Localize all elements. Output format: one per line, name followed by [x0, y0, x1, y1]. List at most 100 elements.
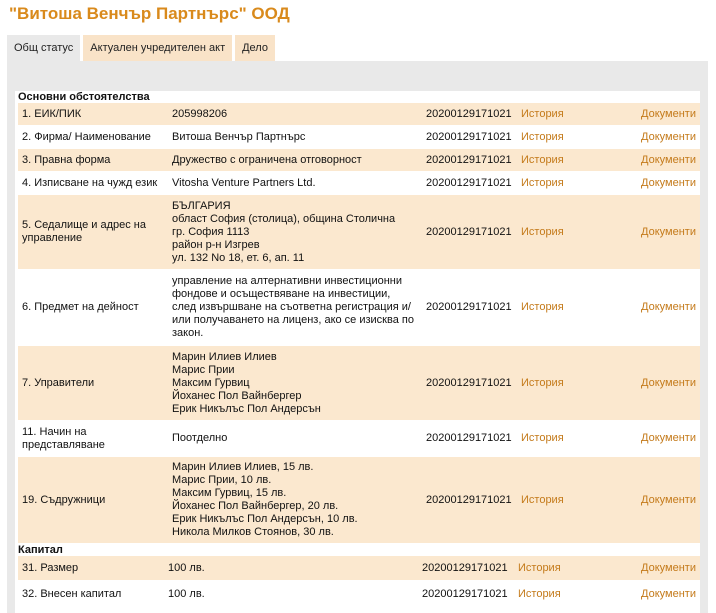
- entry-date: 20200129171021: [426, 493, 512, 506]
- circumstance-row: 2. Фирма/ Наименование Витоша Венчър Парт…: [18, 126, 700, 148]
- row-value: Марин Илиев Илиев, 15 лв. Марис Прии, 10 …: [172, 457, 422, 543]
- circumstance-row: 6. Предмет на дейност управление на алтер…: [18, 270, 700, 345]
- row-label: 2. Фирма/ Наименование: [22, 130, 151, 143]
- documents-link[interactable]: Документи: [641, 270, 696, 345]
- documents-link[interactable]: Документи: [641, 556, 696, 580]
- tab-current-founding-act[interactable]: Актуален учредителен акт: [83, 35, 233, 61]
- documents-link[interactable]: Документи: [641, 126, 696, 148]
- circumstance-row: 3. Правна форма Дружество с ограничена от…: [18, 149, 700, 171]
- documents-link[interactable]: Документи: [641, 149, 696, 171]
- circumstance-row: 7. Управители Марин Илиев Илиев Марис Прии…: [18, 346, 700, 420]
- history-link[interactable]: История: [521, 270, 581, 345]
- value-line: БЪЛГАРИЯ: [172, 199, 231, 212]
- value-line: Никола Милков Стоянов, 30 лв.: [172, 526, 334, 538]
- section-capital: Капитал: [18, 544, 63, 556]
- value-line: Марис Прии: [172, 363, 235, 376]
- value-line: Vitosha Venture Partners Ltd.: [172, 176, 316, 189]
- tab-bar: Общ статус Актуален учредителен акт Дело: [7, 35, 278, 61]
- documents-link[interactable]: Документи: [641, 346, 696, 420]
- value-line: фондове и осъществяване на инвестиции,: [172, 288, 391, 300]
- row-label: 7. Управители: [22, 376, 95, 389]
- documents-link[interactable]: Документи: [641, 195, 696, 269]
- circumstance-row: 5. Седалище и адрес на управление БЪЛГАРИ…: [18, 195, 700, 269]
- entry-date: 20200129171021: [426, 432, 512, 444]
- history-link[interactable]: История: [521, 346, 581, 420]
- content-panel: Основни обстоятелства Капитал 1. ЕИК/ПИК…: [7, 61, 708, 613]
- row-value: Vitosha Venture Partners Ltd.: [172, 172, 422, 194]
- documents-link[interactable]: Документи: [641, 421, 696, 456]
- entry-date: 20200129171021: [426, 301, 512, 313]
- value-line: Ерик Никълъс Пол Андерсън: [172, 402, 321, 415]
- documents-link[interactable]: Документи: [641, 581, 696, 607]
- row-label: 3. Правна форма: [22, 153, 111, 166]
- value-line: Йоханес Пол Вайнбергер, 20 лв.: [172, 500, 339, 512]
- value-line: Марин Илиев Илиев: [172, 350, 277, 363]
- entry-date: 20200129171021: [426, 225, 512, 238]
- value-line: управление на алтернативни инвестиционни: [172, 275, 402, 287]
- value-line: гр. София 1113: [172, 225, 250, 238]
- row-value: 205998206: [172, 103, 422, 125]
- value-line: 100 лв.: [168, 587, 205, 600]
- history-link[interactable]: История: [521, 421, 581, 456]
- row-value: Дружество с ограничена отговорност: [172, 149, 422, 171]
- row-label: 6. Предмет на дейност: [22, 301, 139, 313]
- circumstance-row: 1. ЕИК/ПИК 205998206 20200129171021 История…: [18, 103, 700, 125]
- value-line: Максим Гурвиц: [172, 376, 250, 389]
- circumstance-row: 11. Начин на представляване Поотделно 2020…: [18, 421, 700, 456]
- row-label: 5. Седалище и адрес на управление: [22, 219, 146, 244]
- row-label: 31. Размер: [22, 561, 79, 574]
- section-main-circumstances: Основни обстоятелства: [18, 91, 150, 103]
- history-link[interactable]: История: [521, 103, 581, 125]
- value-line: или получаването на лиценз, ако се изиск…: [172, 314, 414, 326]
- history-link[interactable]: История: [521, 172, 581, 194]
- company-title: "Витоша Венчър Партнърс" ООД: [9, 4, 290, 23]
- documents-link[interactable]: Документи: [641, 457, 696, 543]
- history-link[interactable]: История: [521, 149, 581, 171]
- value-line: Марис Прии, 10 лв.: [172, 474, 272, 486]
- entry-date: 20200129171021: [426, 376, 512, 389]
- entry-date: 20200129171021: [426, 107, 512, 120]
- circumstances-table: Основни обстоятелства Капитал 1. ЕИК/ПИК…: [15, 91, 700, 613]
- value-line: 205998206: [172, 107, 228, 120]
- value-line: Поотделно: [172, 432, 228, 444]
- row-value: 100 лв.: [168, 556, 418, 580]
- row-label: 1. ЕИК/ПИК: [22, 107, 82, 120]
- row-label: 32. Внесен капитал: [22, 587, 122, 600]
- value-line: област София (столица), община Столична: [172, 212, 396, 225]
- capital-row: 31. Размер 100 лв. 20200129171021 История До…: [18, 556, 700, 580]
- row-value: Поотделно: [172, 421, 422, 456]
- documents-link[interactable]: Документи: [641, 172, 696, 194]
- value-line: Дружество с ограничена отговорност: [172, 153, 362, 166]
- row-value: 100 лв.: [168, 581, 418, 607]
- value-line: район р-н Изгрев: [172, 238, 260, 251]
- tab-general-status[interactable]: Общ статус: [7, 35, 81, 61]
- row-value: БЪЛГАРИЯ област София (столица), община С…: [172, 195, 422, 269]
- value-line: ул. 132 No 18, ет. 6, ап. 11: [172, 251, 305, 264]
- history-link[interactable]: История: [521, 457, 581, 543]
- documents-link[interactable]: Документи: [641, 103, 696, 125]
- value-line: 100 лв.: [168, 561, 205, 574]
- entry-date: 20200129171021: [426, 176, 512, 189]
- row-value: управление на алтернативни инвестиционни…: [172, 270, 422, 345]
- value-line: Марин Илиев Илиев, 15 лв.: [172, 461, 314, 473]
- row-label: 11. Начин на представляване: [22, 425, 105, 451]
- entry-date: 20200129171021: [422, 561, 508, 574]
- row-value: Витоша Венчър Партнърс: [172, 126, 422, 148]
- circumstance-row: 4. Изписване на чужд език Vitosha Venture…: [18, 172, 700, 194]
- value-line: Максим Гурвиц, 15 лв.: [172, 487, 287, 499]
- entry-date: 20200129171021: [422, 587, 508, 600]
- history-link[interactable]: История: [521, 126, 581, 148]
- value-line: Витоша Венчър Партнърс: [172, 130, 306, 143]
- history-link[interactable]: История: [518, 556, 578, 580]
- value-line: след извършване на съответна регистрация…: [172, 301, 411, 313]
- circumstance-row: 19. Съдружници Марин Илиев Илиев, 15 лв. М…: [18, 457, 700, 543]
- value-line: закон.: [172, 327, 204, 339]
- history-link[interactable]: История: [518, 581, 578, 607]
- capital-row: 32. Внесен капитал 100 лв. 20200129171021 И…: [18, 581, 700, 607]
- tab-case-file[interactable]: Дело: [235, 35, 275, 61]
- entry-date: 20200129171021: [426, 130, 512, 143]
- history-link[interactable]: История: [521, 195, 581, 269]
- value-line: Ерик Никълъс Пол Андерсън, 10 лв.: [172, 513, 358, 525]
- row-label: 4. Изписване на чужд език: [22, 176, 158, 189]
- entry-date: 20200129171021: [426, 153, 512, 166]
